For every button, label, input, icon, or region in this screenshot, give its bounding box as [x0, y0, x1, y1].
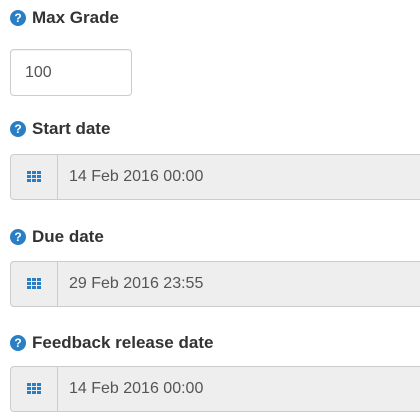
due-date-label-text: Due date: [32, 227, 104, 246]
start-date-label-text: Start date: [32, 119, 111, 138]
calendar-grid-icon: [27, 383, 41, 395]
start-date-picker-button[interactable]: [11, 155, 58, 199]
start-date-label: ? Start date: [10, 117, 110, 141]
start-date-field[interactable]: 14 Feb 2016 00:00: [10, 154, 420, 200]
due-date-label: ? Due date: [10, 225, 104, 249]
start-date-value[interactable]: 14 Feb 2016 00:00: [58, 155, 420, 199]
due-date-help-icon[interactable]: ?: [10, 229, 26, 245]
feedback-release-date-help-icon[interactable]: ?: [10, 335, 26, 351]
feedback-release-date-field[interactable]: 14 Feb 2016 00:00: [10, 366, 420, 412]
max-grade-label: ? Max Grade: [10, 6, 119, 30]
feedback-release-date-value[interactable]: 14 Feb 2016 00:00: [58, 367, 420, 411]
feedback-release-date-label: ? Feedback release date: [10, 331, 213, 355]
max-grade-help-icon[interactable]: ?: [10, 10, 26, 26]
due-date-field[interactable]: 29 Feb 2016 23:55: [10, 261, 420, 307]
feedback-release-date-picker-button[interactable]: [11, 367, 58, 411]
feedback-release-date-label-text: Feedback release date: [32, 333, 214, 352]
calendar-grid-icon: [27, 171, 41, 183]
start-date-help-icon[interactable]: ?: [10, 121, 26, 137]
max-grade-label-text: Max Grade: [32, 8, 119, 27]
due-date-picker-button[interactable]: [11, 262, 58, 306]
max-grade-input[interactable]: [10, 49, 132, 96]
due-date-value[interactable]: 29 Feb 2016 23:55: [58, 262, 420, 306]
calendar-grid-icon: [27, 278, 41, 290]
